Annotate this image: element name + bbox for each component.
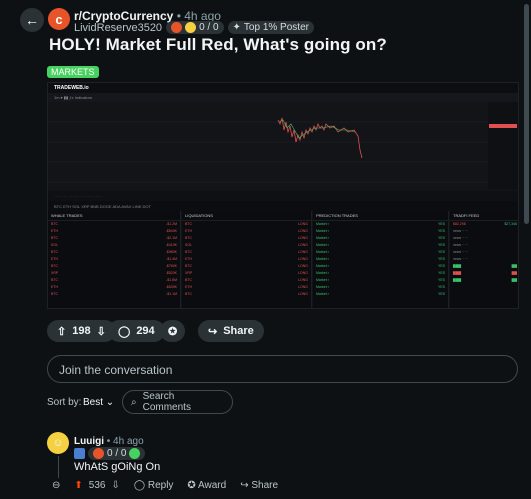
vote-count: 198 [72, 325, 91, 337]
sort-dropdown[interactable]: Best ⌄ [83, 397, 114, 408]
coin-icon-2 [185, 22, 197, 33]
downvote-icon[interactable]: ⇩ [97, 325, 106, 338]
image-time-axis: · · · · · · · · · · · · · · · · · · · · [48, 191, 518, 201]
karma-badge: 0 / 0 [166, 21, 224, 34]
whale-trades-panel: WHALE TRADES BTC -$1.2M ETH -$840K BTC -$2.1M… [48, 211, 181, 308]
post-title: HOLY! Market Full Red, What's going on? [49, 35, 387, 54]
join-conversation-input[interactable]: Join the conversation [47, 355, 518, 383]
image-toolbar: 1m ▾ ▮▮ ƒx Indicators [48, 93, 518, 102]
flair-icon [74, 448, 85, 459]
arrow-left-icon: ← [25, 12, 39, 28]
author-line: LividReserve3520 0 / 0 ✦ Top 1% Poster [74, 21, 314, 34]
thread-line[interactable] [58, 456, 59, 478]
share-button[interactable]: ↪ Share [198, 320, 264, 342]
comment-icon: ◯ [118, 325, 131, 338]
coin-icon [171, 22, 183, 33]
comment-count: 294 [136, 325, 155, 337]
image-logo: TRADEWEB.io [48, 83, 518, 93]
sort-label: Sort by: [47, 397, 82, 408]
scrollbar-thumb[interactable] [524, 4, 529, 224]
comment-share-button[interactable]: ↪ Share [240, 480, 278, 491]
search-icon: ⌕ [131, 396, 137, 408]
liquidations-panel: LIQUIDATIONS BTC LONG ETH LONG BTC LONG SOL LON… [182, 211, 312, 308]
author-name[interactable]: LividReserve3520 [74, 22, 162, 34]
share-icon: ↪ [208, 325, 218, 338]
tradfi-feed-panel: TRADFI FEED $82,298 $27,346 news ····· new… [450, 211, 518, 308]
comment-actions: ⊖ ⬆ 536 ⇩ ◯ Reply ✪ Award ↪ Share [52, 480, 278, 491]
top-poster-badge: ✦ Top 1% Poster [227, 21, 314, 34]
award-icon: ✪ [168, 325, 178, 338]
subreddit-avatar[interactable]: c [48, 8, 70, 30]
image-ticker-row: BTC ETH SOL XRP BNB DOGE ADA AVAX LINK D… [48, 201, 518, 211]
comment-author-line: Luuigi • 4h ago [74, 436, 144, 447]
back-button[interactable]: ← [20, 8, 44, 32]
comment-karma-badge: 0 / 0 [88, 447, 146, 460]
comment-author[interactable]: Luuigi [74, 436, 104, 447]
comment-vote-count: 536 [88, 480, 106, 491]
prediction-trades-panel: PREDICTION TRADES Market ▪ YES Market ▪ YES… [313, 211, 449, 308]
comments-button[interactable]: ◯ 294 [108, 320, 165, 342]
search-comments-input[interactable]: ⌕ Search Comments [122, 390, 233, 414]
trophy-icon: ✦ [232, 22, 241, 33]
collapse-icon[interactable]: ⊖ [52, 480, 60, 491]
coin-icon-3 [93, 448, 104, 459]
comment-body: WhAtS gOiNg On [74, 461, 161, 473]
comment-award-button[interactable]: ✪ Award [187, 480, 226, 491]
image-chart [48, 102, 518, 190]
comment-downvote-icon[interactable]: ⇩ [111, 480, 119, 491]
chevron-down-icon: ⌄ [105, 397, 115, 408]
comment-time: • 4h ago [106, 436, 144, 447]
post-image[interactable]: TRADEWEB.io 1m ▾ ▮▮ ƒx Indicators · · · … [47, 82, 519, 309]
comment-flair: 0 / 0 [74, 447, 146, 460]
reply-button[interactable]: ◯ Reply [134, 480, 174, 491]
comment-avatar[interactable]: ☺ [47, 432, 69, 454]
coin-icon-4 [129, 448, 141, 459]
post-flair[interactable]: MARKETS [47, 66, 99, 78]
vote-control: ⇧ 198 ⇩ [47, 320, 116, 342]
comment-upvote-icon[interactable]: ⬆ [74, 480, 82, 491]
award-button[interactable]: ✪ [160, 320, 186, 342]
upvote-icon[interactable]: ⇧ [57, 325, 66, 338]
